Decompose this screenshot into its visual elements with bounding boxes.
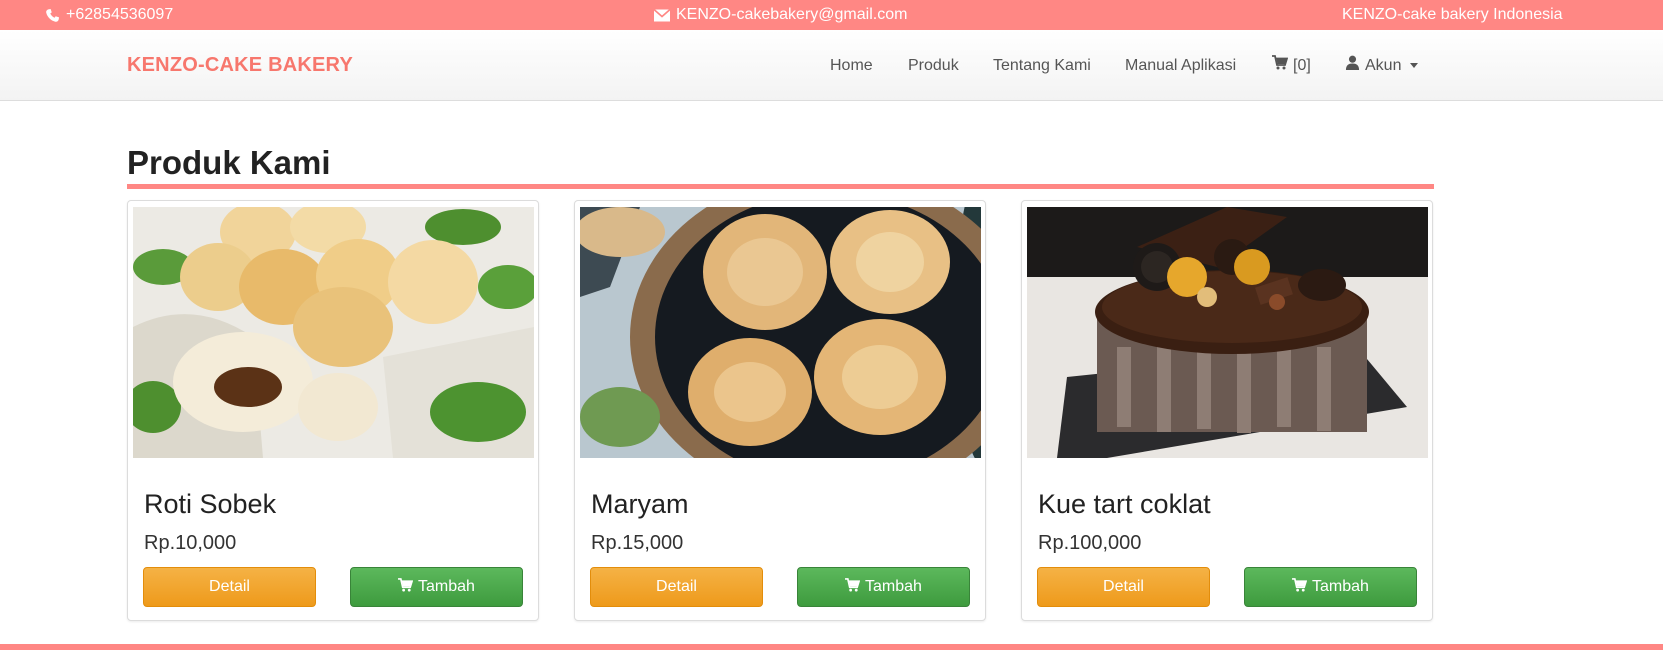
- nav-link-home-label: Home: [830, 57, 873, 74]
- nav-cart-link[interactable]: [0]: [1272, 30, 1311, 101]
- add-to-cart-button[interactable]: Tambah: [1244, 567, 1417, 607]
- contact-email: KENZO-cakebakery@gmail.com: [654, 0, 907, 30]
- product-card: Roti Sobek Rp.10,000 Detail Tambah: [127, 200, 539, 621]
- detail-button[interactable]: Detail: [143, 567, 316, 607]
- envelope-icon: [654, 7, 670, 23]
- top-info-bar: +62854536097 KENZO-cakebakery@gmail.com …: [0, 0, 1663, 30]
- cart-count: [0]: [1293, 57, 1311, 74]
- cart-icon: [398, 577, 414, 597]
- detail-button[interactable]: Detail: [1037, 567, 1210, 607]
- product-card: Kue tart coklat Rp.100,000 Detail Tambah: [1021, 200, 1433, 621]
- product-price: Rp.100,000: [1038, 532, 1142, 554]
- page-title: Produk Kami: [127, 144, 331, 181]
- product-price: Rp.15,000: [591, 532, 684, 554]
- cart-icon: [845, 577, 861, 597]
- caret-down-icon: [1410, 63, 1419, 68]
- nav-link-tentang-kami[interactable]: Tentang Kami: [993, 30, 1091, 101]
- add-to-cart-button[interactable]: Tambah: [350, 567, 523, 607]
- product-card: Maryam Rp.15,000 Detail Tambah: [574, 200, 986, 621]
- brand-logo-text[interactable]: KENZO-CAKE BAKERY: [127, 30, 353, 101]
- nav-link-manual-aplikasi[interactable]: Manual Aplikasi: [1125, 30, 1236, 101]
- cart-icon: [1272, 30, 1289, 101]
- tagline: KENZO-cake bakery Indonesia: [1342, 6, 1563, 23]
- nav-link-tentang-kami-label: Tentang Kami: [993, 57, 1091, 74]
- chocolate-cake-photo[interactable]: [1027, 207, 1428, 458]
- nav-link-manual-aplikasi-label: Manual Aplikasi: [1125, 57, 1237, 74]
- add-to-cart-button[interactable]: Tambah: [797, 567, 970, 607]
- contact-phone: +62854536097: [44, 0, 173, 30]
- product-name: Maryam: [591, 489, 689, 519]
- detail-button-label: Detail: [1103, 578, 1144, 595]
- phone-icon: [44, 7, 60, 23]
- phone-number: +62854536097: [66, 6, 174, 23]
- cart-icon: [1292, 577, 1308, 597]
- account-label: Akun: [1365, 57, 1402, 74]
- add-button-label: Tambah: [1312, 578, 1369, 595]
- product-price: Rp.10,000: [144, 532, 237, 554]
- footer-divider: [0, 644, 1663, 650]
- title-divider: [127, 184, 1434, 189]
- detail-button-label: Detail: [209, 578, 250, 595]
- main-navbar: KENZO-CAKE BAKERY Home Produk Tentang Ka…: [0, 30, 1663, 101]
- nav-link-produk-label: Produk: [908, 57, 959, 74]
- roti-sobek-photo[interactable]: [133, 207, 534, 458]
- product-name: Kue tart coklat: [1038, 489, 1211, 519]
- detail-button[interactable]: Detail: [590, 567, 763, 607]
- nav-account-dropdown[interactable]: Akun: [1345, 30, 1419, 101]
- product-name: Roti Sobek: [144, 489, 277, 519]
- nav-link-produk[interactable]: Produk: [908, 30, 959, 101]
- email-address: KENZO-cakebakery@gmail.com: [676, 6, 908, 23]
- add-button-label: Tambah: [865, 578, 922, 595]
- user-icon: [1345, 30, 1360, 101]
- nav-link-home[interactable]: Home: [830, 30, 873, 101]
- maryam-photo[interactable]: [580, 207, 981, 458]
- detail-button-label: Detail: [656, 578, 697, 595]
- add-button-label: Tambah: [418, 578, 475, 595]
